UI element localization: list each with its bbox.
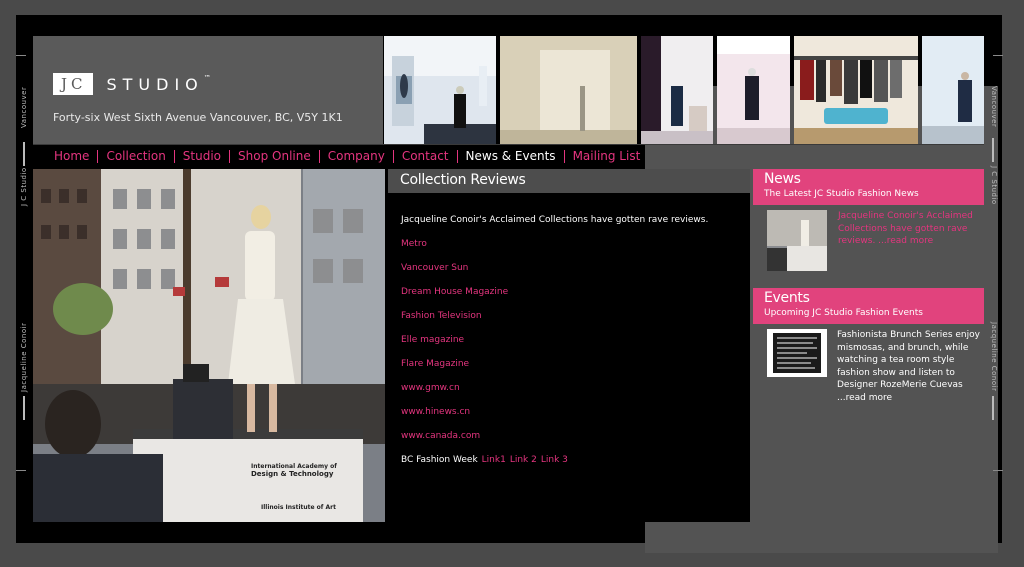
bc-fashion-week-row: BC Fashion Week Link1 Link 2 Link 3 — [401, 455, 750, 465]
collection-reviews-panel: Collection Reviews Jacqueline Conoir's A… — [388, 169, 750, 522]
photo-empty-white-room — [500, 36, 637, 144]
collection-reviews-title: Collection Reviews — [388, 169, 750, 193]
billboard-sub: Illinois Institute of Art — [261, 504, 336, 511]
frame-tick — [16, 55, 26, 56]
brand-box: JC STUDIO ™ Forty-six West Sixth Avenue … — [33, 36, 383, 144]
review-link-canada[interactable]: www.canada.com — [401, 431, 750, 441]
logo-trademark: ™ — [203, 74, 211, 82]
header-photo-3 — [641, 36, 713, 144]
bc-link-3[interactable]: Link 3 — [541, 455, 568, 465]
review-link-elle[interactable]: Elle magazine — [401, 335, 750, 345]
main-nav: Home Collection Studio Shop Online Compa… — [44, 148, 648, 164]
news-header: News The Latest JC Studio Fashion News — [753, 169, 984, 205]
bc-fashion-week-label: BC Fashion Week — [401, 455, 478, 465]
billboard-sign: International Academy of Design & Techno… — [133, 459, 363, 515]
logo-jc: JC — [53, 73, 93, 95]
review-link-gmw[interactable]: www.gmw.cn — [401, 383, 750, 393]
frame-tick — [992, 396, 994, 420]
nav-contact[interactable]: Contact — [392, 149, 457, 163]
studio-address: Forty-six West Sixth Avenue Vancouver, B… — [53, 111, 343, 124]
review-link-vancouver-sun[interactable]: Vancouver Sun — [401, 263, 750, 273]
frame-tick — [23, 396, 25, 420]
side-label-left-bottom: Jacqueline Conoir — [20, 322, 28, 392]
event-text[interactable]: Fashionista Brunch Series enjoy mismosas… — [837, 329, 982, 404]
frame-tick — [993, 470, 1003, 471]
review-link-metro[interactable]: Metro — [401, 239, 750, 249]
side-label-left-top: Vancouver — [20, 86, 28, 128]
news-subtitle: The Latest JC Studio Fashion News — [764, 189, 919, 199]
header-photo-4 — [717, 36, 790, 144]
sidebar: News The Latest JC Studio Fashion News J… — [753, 169, 984, 522]
fashion-show-photo: International Academy of Design & Techno… — [33, 169, 385, 522]
header-photo-6 — [922, 36, 984, 144]
photo-boutique-mannequins — [641, 36, 713, 144]
bc-link-2[interactable]: Link 2 — [510, 455, 537, 465]
header-photo-1 — [384, 36, 496, 144]
photo-clothing-rack-sofa — [794, 36, 918, 144]
nav-divider — [33, 144, 984, 145]
review-link-dream-house[interactable]: Dream House Magazine — [401, 287, 750, 297]
event-read-more[interactable]: ...read more — [837, 393, 892, 403]
event-flyer-image — [767, 329, 827, 377]
nav-mailing-list[interactable]: Mailing List — [563, 149, 649, 163]
photo-news-fashion-show — [767, 210, 827, 271]
site-logo[interactable]: JC STUDIO ™ — [53, 73, 211, 95]
events-title: Events — [764, 290, 810, 306]
frame-tick — [993, 55, 1003, 56]
nav-studio[interactable]: Studio — [173, 149, 229, 163]
news-text[interactable]: Jacqueline Conoir's Acclaimed Collection… — [838, 210, 978, 248]
logo-studio: STUDIO — [106, 74, 204, 94]
nav-company[interactable]: Company — [318, 149, 393, 163]
event-description: Fashionista Brunch Series enjoy mismosas… — [837, 330, 980, 390]
billboard-line2: Design & Technology — [251, 470, 334, 478]
events-header: Events Upcoming JC Studio Fashion Events — [753, 288, 984, 324]
news-item[interactable]: Jacqueline Conoir's Acclaimed Collection… — [753, 205, 984, 288]
news-thumbnail[interactable] — [767, 210, 827, 271]
news-title: News — [764, 171, 801, 187]
nav-shop-online[interactable]: Shop Online — [229, 149, 319, 163]
reviews-intro: Jacqueline Conoir's Acclaimed Collection… — [401, 215, 709, 225]
review-link-hinews[interactable]: www.hinews.cn — [401, 407, 750, 417]
nav-collection[interactable]: Collection — [97, 149, 173, 163]
frame-tick — [23, 142, 25, 166]
collection-reviews-body: Jacqueline Conoir's Acclaimed Collection… — [388, 193, 750, 465]
side-label-left-mid: J C Studio — [20, 167, 28, 206]
event-thumbnail[interactable] — [767, 329, 827, 377]
billboard-line1: International Academy of — [251, 463, 337, 470]
bc-link-1[interactable]: Link1 — [482, 455, 506, 465]
site-header: JC STUDIO ™ Forty-six West Sixth Avenue … — [33, 36, 984, 144]
photo-mannequin-pink-room — [717, 36, 790, 144]
photo-woman-dress-bright — [922, 36, 984, 144]
review-link-flare[interactable]: Flare Magazine — [401, 359, 750, 369]
header-photo-2 — [500, 36, 637, 144]
nav-home[interactable]: Home — [44, 149, 97, 163]
header-photo-5 — [794, 36, 918, 144]
frame-tick — [992, 138, 994, 162]
events-subtitle: Upcoming JC Studio Fashion Events — [764, 308, 923, 318]
photo-gallery-woman-white-dress — [384, 36, 496, 144]
nav-news-events[interactable]: News & Events — [456, 149, 564, 163]
frame-tick — [16, 470, 26, 471]
review-link-fashion-television[interactable]: Fashion Television — [401, 311, 750, 321]
